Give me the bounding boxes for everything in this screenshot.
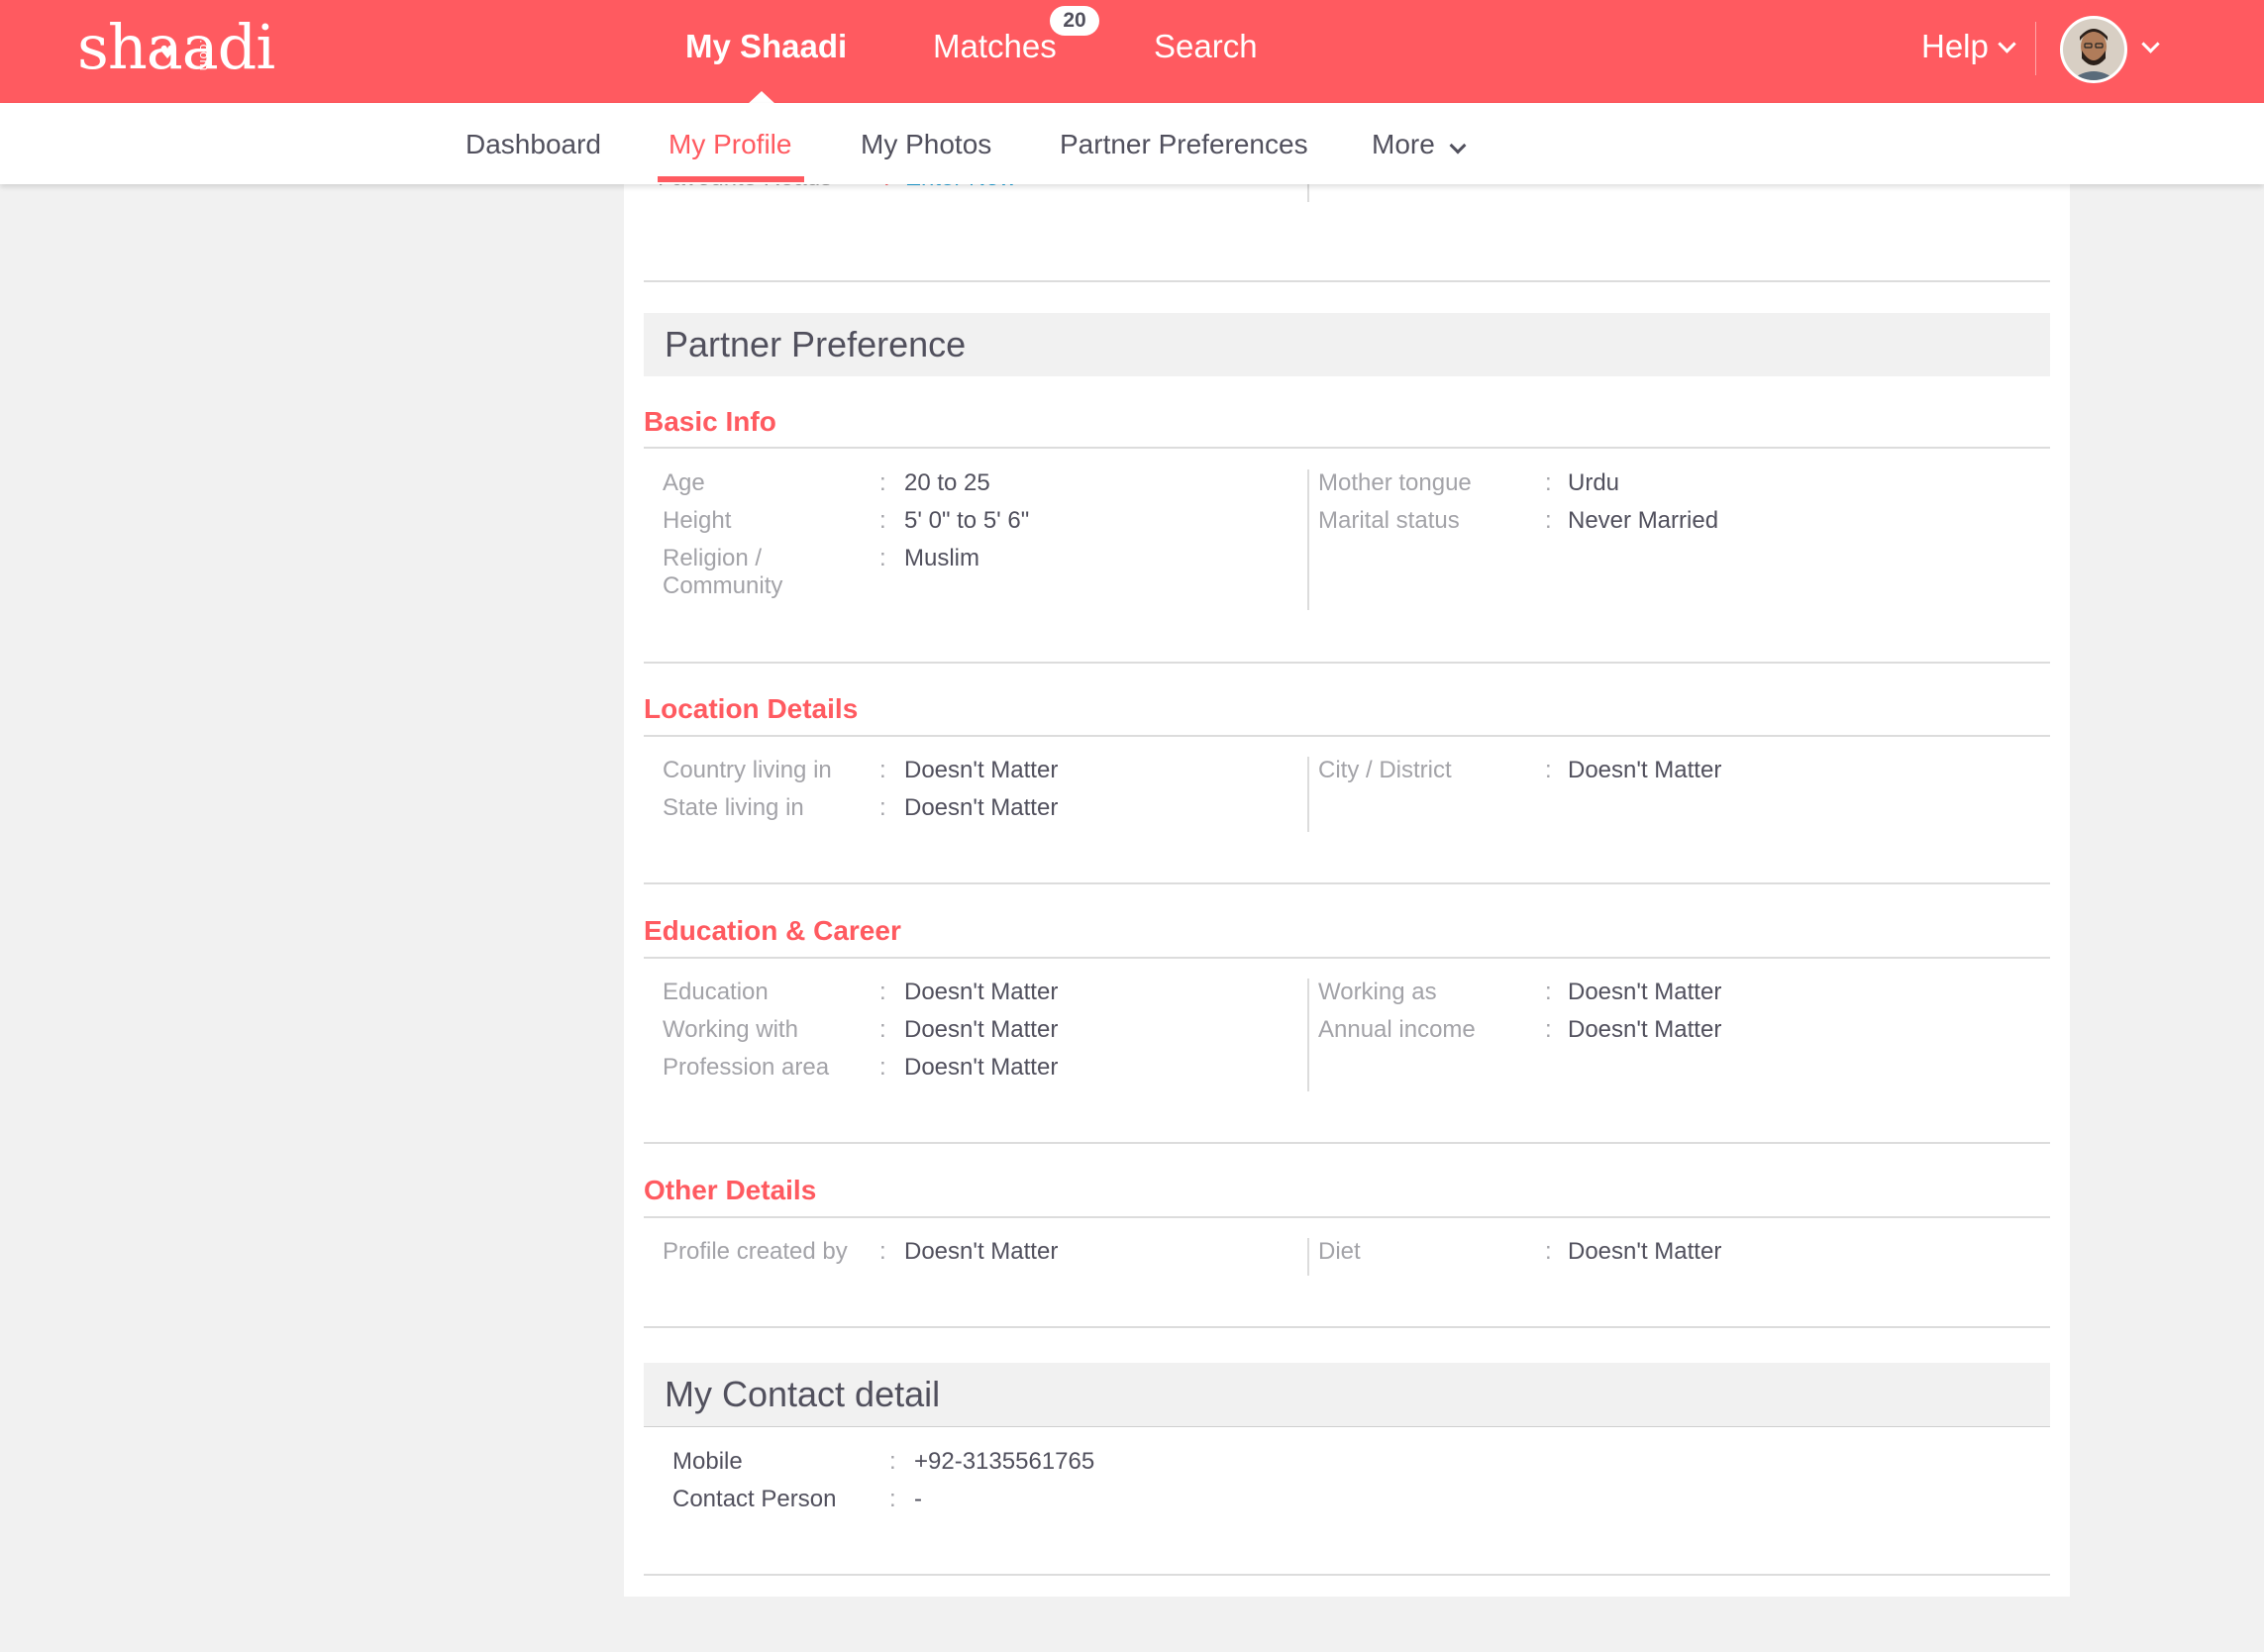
separator-colon: : [1545, 979, 1552, 1005]
separator-colon: : [1545, 1238, 1552, 1265]
marital-status-value: Never Married [1568, 507, 1719, 534]
religion-label: Religion / Community [663, 545, 783, 599]
column-divider [1307, 979, 1309, 1091]
mobile-label: Mobile [672, 1448, 743, 1475]
partner-preference-header: Partner Preference [644, 313, 2050, 376]
help-chevron-down-icon[interactable] [1998, 35, 2016, 53]
working-with-value: Doesn't Matter [904, 1016, 1059, 1043]
separator-colon: : [879, 1016, 886, 1043]
annual-income-value: Doesn't Matter [1568, 1016, 1722, 1043]
separator-colon: : [879, 757, 886, 783]
avatar-image [2063, 19, 2124, 80]
separator-colon: : [879, 545, 886, 571]
top-navbar: shaadi ♥ .com My Shaadi Matches 20 Searc… [0, 0, 2264, 104]
separator-colon: : [889, 1486, 896, 1512]
help-menu[interactable]: Help [1921, 0, 1989, 93]
active-tab-indicator [658, 176, 804, 182]
separator-colon: : [879, 469, 886, 496]
column-divider [1307, 469, 1309, 610]
religion-value: Muslim [904, 545, 979, 571]
contact-person-value: - [914, 1486, 922, 1512]
country-value: Doesn't Matter [904, 757, 1059, 783]
section-divider [644, 1216, 2050, 1218]
tab-partner-preferences[interactable]: Partner Preferences [1060, 103, 1308, 184]
separator-colon: : [879, 979, 886, 1005]
working-as-label: Working as [1318, 979, 1437, 1005]
separator-colon: : [1545, 507, 1552, 534]
diet-value: Doesn't Matter [1568, 1238, 1722, 1265]
country-label: Country living in [663, 757, 832, 783]
separator-colon: : [1545, 1016, 1552, 1043]
tab-my-photos[interactable]: My Photos [861, 103, 991, 184]
separator-colon: : [879, 507, 886, 534]
matches-count-badge: 20 [1050, 6, 1099, 36]
shaadi-logo[interactable]: shaadi ♥ .com [77, 8, 275, 87]
profession-area-value: Doesn't Matter [904, 1054, 1059, 1081]
separator-colon: : [889, 1448, 896, 1475]
separator-colon: : [1545, 469, 1552, 496]
section-divider [644, 957, 2050, 959]
separator-colon: : [1545, 757, 1552, 783]
location-details-heading: Location Details [644, 693, 859, 724]
mother-tongue-value: Urdu [1568, 469, 1620, 496]
separator-colon: : [879, 1054, 886, 1081]
education-label: Education [663, 979, 769, 1005]
city-value: Doesn't Matter [1568, 757, 1722, 783]
section-divider [644, 735, 2050, 737]
section-divider [644, 447, 2050, 449]
nav-matches[interactable]: Matches [933, 0, 1057, 103]
mother-tongue-label: Mother tongue [1318, 469, 1472, 496]
section-divider [644, 1426, 2050, 1427]
annual-income-label: Annual income [1318, 1016, 1476, 1043]
section-divider [644, 1574, 2050, 1576]
basic-info-heading: Basic Info [644, 406, 776, 437]
state-label: State living in [663, 794, 804, 821]
tab-more[interactable]: More [1372, 103, 1435, 184]
tab-my-profile[interactable]: My Profile [669, 103, 791, 184]
other-details-heading: Other Details [644, 1175, 817, 1205]
height-value: 5' 0" to 5' 6" [904, 507, 1030, 534]
working-with-label: Working with [663, 1016, 798, 1043]
contact-person-label: Contact Person [672, 1486, 837, 1512]
section-divider [644, 662, 2050, 664]
education-value: Doesn't Matter [904, 979, 1059, 1005]
contact-detail-header: My Contact detail [644, 1363, 2050, 1426]
marital-status-label: Marital status [1318, 507, 1460, 534]
contact-detail-title: My Contact detail [665, 1374, 941, 1414]
section-divider [644, 1326, 2050, 1328]
header-divider [2035, 22, 2036, 75]
section-divider [644, 280, 2050, 282]
column-divider [1307, 184, 1309, 202]
separator-colon: : [879, 1238, 886, 1265]
nav-my-shaadi[interactable]: My Shaadi [685, 0, 847, 103]
profession-area-label: Profession area [663, 1054, 830, 1081]
working-as-value: Doesn't Matter [1568, 979, 1722, 1005]
tab-dashboard[interactable]: Dashboard [465, 103, 601, 184]
separator-colon: : [879, 794, 886, 821]
profile-created-by-label: Profile created by [663, 1238, 848, 1265]
height-label: Height [663, 507, 732, 534]
nav-search[interactable]: Search [1154, 0, 1258, 103]
age-label: Age [663, 469, 705, 496]
partner-preference-title: Partner Preference [665, 324, 967, 364]
column-divider [1307, 757, 1309, 832]
age-value: 20 to 25 [904, 469, 990, 496]
logo-suffix: .com [197, 40, 212, 72]
column-divider [1307, 1238, 1309, 1276]
education-career-heading: Education & Career [644, 915, 901, 946]
profile-subnav: Dashboard My Profile My Photos Partner P… [0, 103, 2264, 184]
state-value: Doesn't Matter [904, 794, 1059, 821]
mobile-value: +92-3135561765 [914, 1448, 1095, 1475]
section-divider [644, 1142, 2050, 1144]
user-avatar[interactable] [2060, 16, 2127, 83]
profile-created-by-value: Doesn't Matter [904, 1238, 1059, 1265]
city-label: City / District [1318, 757, 1452, 783]
account-chevron-down-icon[interactable] [2141, 35, 2160, 53]
diet-label: Diet [1318, 1238, 1361, 1265]
help-label: Help [1921, 28, 1989, 64]
section-divider [644, 882, 2050, 884]
